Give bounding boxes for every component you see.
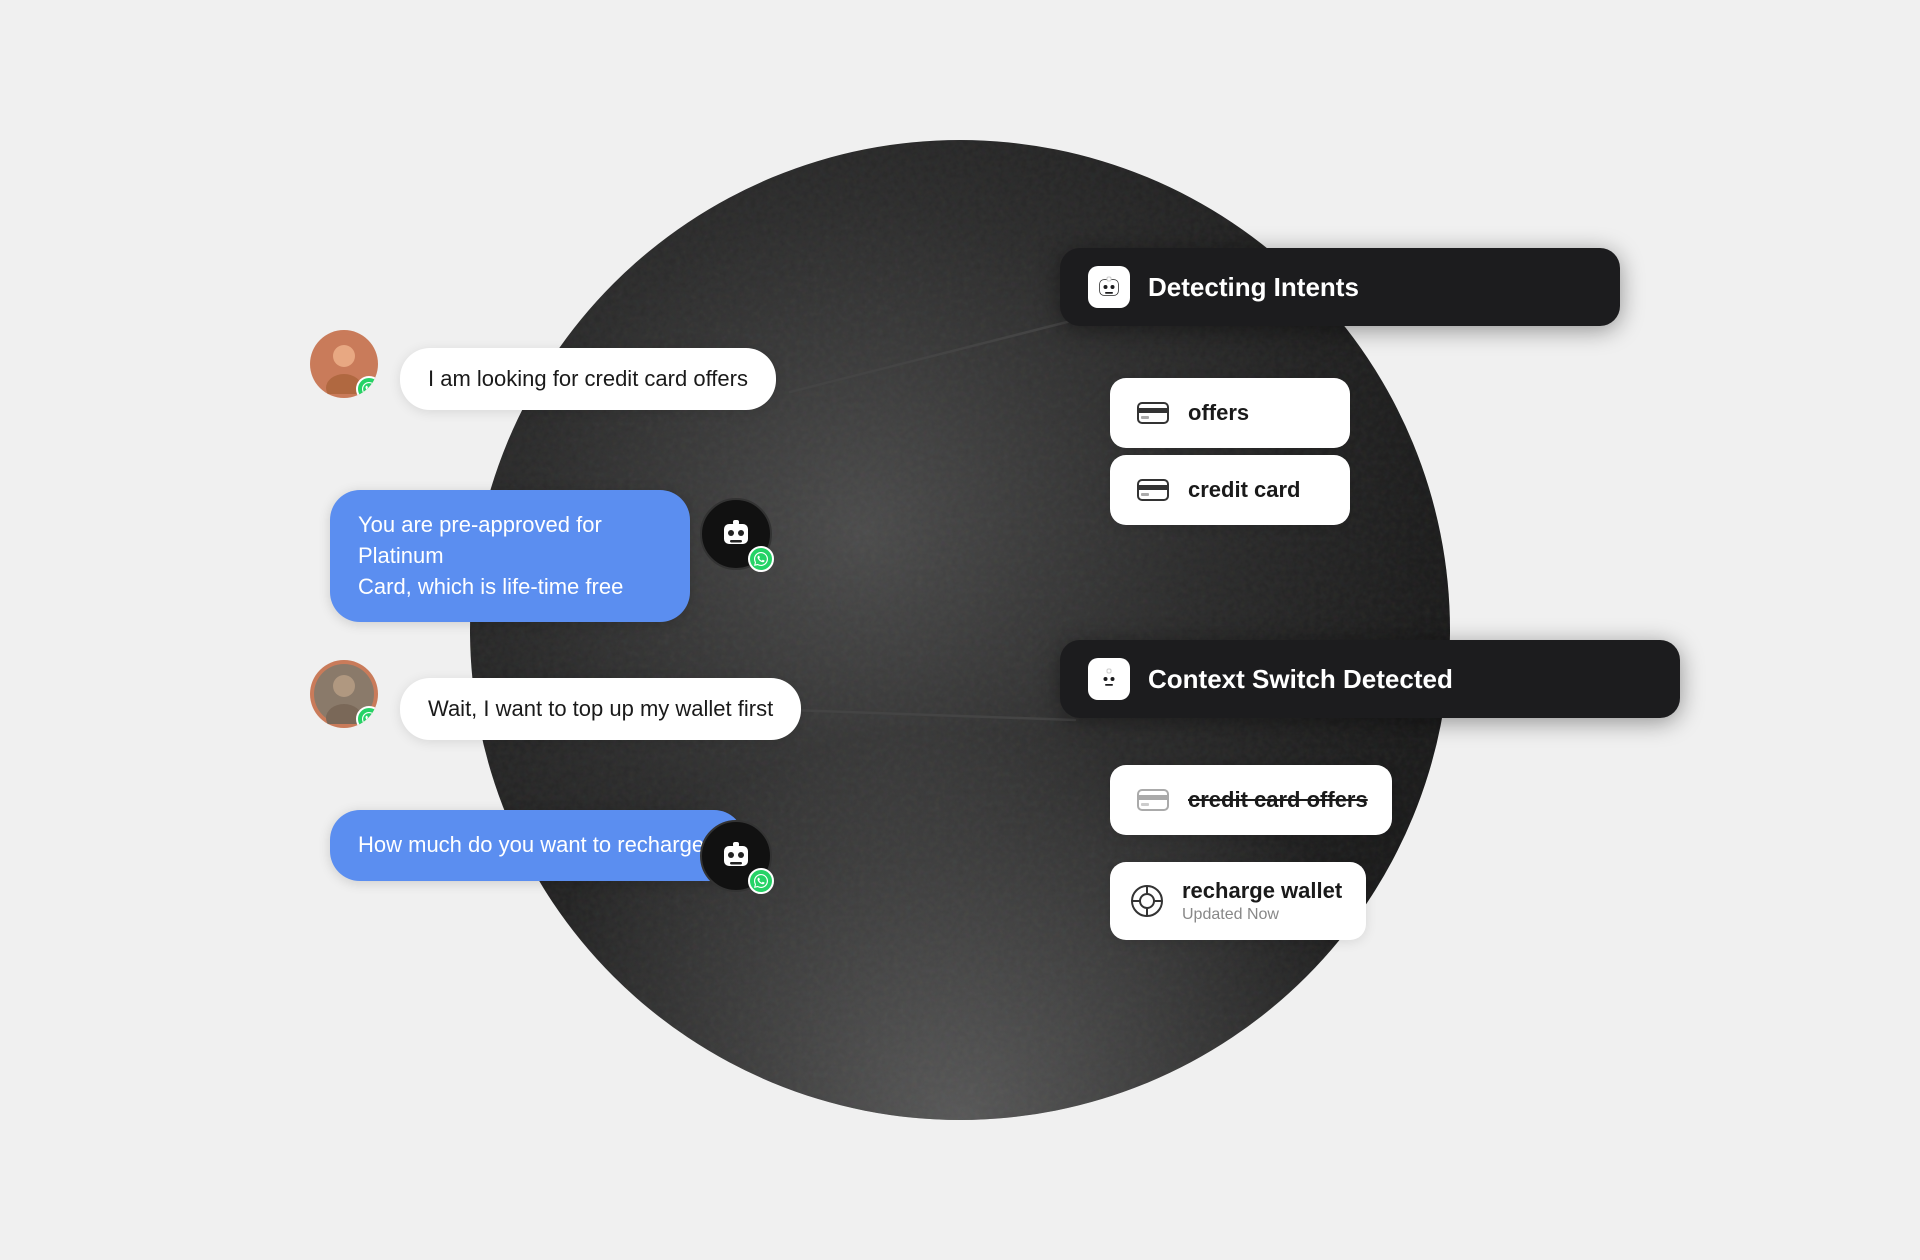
card-icon-credit-card [1134, 471, 1172, 509]
user-message-1: I am looking for credit card offers [400, 348, 776, 410]
whatsapp-badge-bot-1 [748, 546, 774, 572]
bot-message-1: You are pre-approved for PlatinumCard, w… [330, 490, 690, 622]
bot-message-2: How much do you want to recharge? [330, 810, 744, 881]
user-avatar-2 [310, 660, 378, 728]
detecting-intents-panel: Detecting Intents [1060, 248, 1620, 326]
user-avatar-1 [310, 330, 378, 398]
bot-avatar-1 [700, 498, 772, 570]
context-item-recharge-wallet: recharge wallet Updated Now [1110, 862, 1366, 940]
robot-icon-context [1088, 658, 1130, 700]
scene: I am looking for credit card offers You … [0, 0, 1920, 1260]
card-icon-offers [1134, 394, 1172, 432]
whatsapp-badge-1 [356, 376, 378, 398]
card-icon-context-1 [1134, 781, 1172, 819]
whatsapp-badge-2 [356, 706, 378, 728]
bot-avatar-2 [700, 820, 772, 892]
intent-item-credit-card: credit card [1110, 455, 1350, 525]
user-message-2: Wait, I want to top up my wallet first [400, 678, 801, 740]
context-item-credit-card-offers: credit card offers [1110, 765, 1392, 835]
intent-item-offers: offers [1110, 378, 1350, 448]
robot-icon-detecting [1088, 266, 1130, 308]
context-switch-panel: Context Switch Detected [1060, 640, 1680, 718]
wallet-icon [1128, 882, 1166, 920]
whatsapp-badge-bot-2 [748, 868, 774, 894]
